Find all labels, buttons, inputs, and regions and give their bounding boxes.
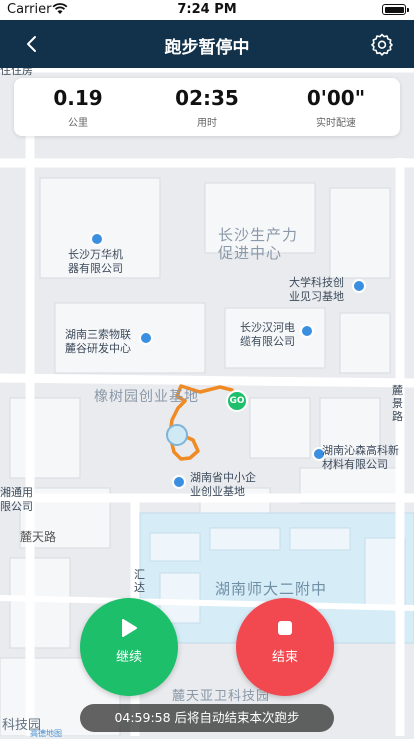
nav-bar: 跑步暂停中	[0, 20, 414, 68]
battery-icon	[382, 4, 409, 15]
stop-icon	[278, 621, 292, 635]
distance-value: 0.19	[53, 86, 103, 110]
map-label: 橡树园创业基地	[94, 389, 199, 405]
map-label: 长沙汉河电 缆有限公司	[240, 321, 295, 348]
status-time: 7:24 PM	[177, 2, 237, 17]
distance-stat: 0.19 公里	[14, 86, 142, 129]
map-label: 长沙万华机 器有限公司	[68, 248, 123, 275]
map-view[interactable]: 住住房 长沙生产力 促进中心 长沙万华机 器有限公司 大学科技创 业见习基地 湖…	[0, 68, 414, 736]
map-label: 湘通用 限公司	[0, 486, 33, 513]
end-label: 结束	[271, 650, 298, 665]
page-title: 跑步暂停中	[164, 38, 250, 58]
poi-icon	[139, 331, 153, 345]
distance-label: 公里	[68, 118, 88, 129]
gear-icon[interactable]	[370, 32, 394, 56]
poi-icon	[90, 232, 104, 246]
map-label: 湖南省中小企 业创业基地	[190, 471, 256, 498]
poi-icon	[172, 475, 186, 489]
map-label: 麓天路	[20, 530, 57, 544]
runner-avatar-icon	[166, 424, 188, 446]
duration-stat: 02:35 用时	[143, 86, 271, 129]
duration-label: 用时	[197, 118, 217, 129]
poi-icon	[300, 324, 314, 338]
amap-logo: 高德地图	[30, 729, 62, 738]
end-button[interactable]: 结束	[236, 598, 334, 696]
map-base	[0, 68, 414, 736]
pace-label: 实时配速	[316, 118, 356, 129]
map-label: 湖南三索物联 麓谷研发中心	[65, 328, 131, 355]
map-label: 麓 景 路	[392, 384, 403, 423]
stats-card: 0.19 公里 02:35 用时 0'00" 实时配速	[14, 78, 400, 136]
map-label: 汇 达	[134, 568, 145, 594]
continue-label: 继续	[115, 650, 142, 665]
pace-stat: 0'00" 实时配速	[272, 86, 400, 129]
map-label: 湖南沁森高科新 材料有限公司	[322, 444, 399, 471]
map-label: 大学科技创 业见习基地	[289, 276, 344, 303]
map-label: 住住房	[0, 68, 33, 77]
poi-icon	[352, 279, 366, 293]
auto-end-notice: 04:59:58 后将自动结束本次跑步	[80, 704, 334, 732]
go-marker: GO	[226, 390, 248, 412]
map-label: 长沙生产力 促进中心	[218, 226, 299, 262]
pace-value: 0'00"	[306, 86, 366, 110]
map-label: 湖南师大二附中	[215, 580, 328, 598]
continue-button[interactable]: 继续	[80, 598, 178, 696]
map-label: 麓天亚卫科技园	[172, 689, 271, 704]
play-icon	[122, 619, 137, 637]
status-bar: Carrier 7:24 PM	[0, 0, 414, 20]
duration-value: 02:35	[175, 86, 239, 110]
